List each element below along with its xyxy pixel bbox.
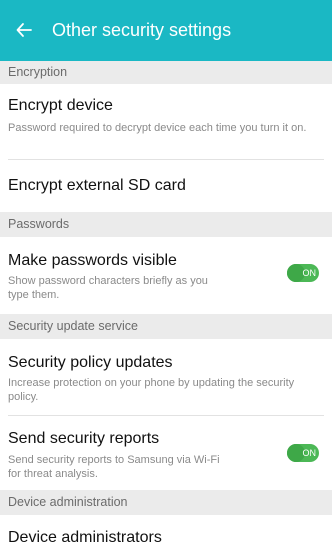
toggle-on-label: ON	[302, 448, 317, 458]
page-title: Other security settings	[52, 20, 232, 40]
item-subtitle: Show password characters briefly as you …	[8, 275, 208, 301]
security-policy-updates-item[interactable]: Security policy updates Increase protect…	[0, 339, 332, 415]
send-security-reports-toggle[interactable]: ON	[287, 444, 319, 462]
item-subtitle: Send security reports to Samsung via Wi-…	[8, 454, 220, 480]
item-subtitle: Increase protection on your phone by upd…	[8, 377, 295, 403]
section-header-passwords: Passwords	[0, 212, 332, 237]
item-subtitle: Password required to decrypt device each…	[8, 122, 307, 134]
encrypt-sd-card-item[interactable]: Encrypt external SD card	[0, 160, 332, 212]
section-label: Passwords	[8, 217, 70, 231]
make-passwords-visible-toggle[interactable]: ON	[287, 264, 319, 282]
item-title: Security policy updates	[8, 354, 173, 371]
item-title: Send security reports	[8, 430, 160, 447]
section-header-encryption: Encryption	[0, 61, 332, 84]
item-title: Encrypt external SD card	[8, 177, 186, 194]
section-label: Encryption	[8, 65, 68, 79]
send-security-reports-item[interactable]: Send security reports Send security repo…	[0, 416, 332, 490]
item-title: Device administrators	[8, 529, 162, 546]
arrow-left-icon	[16, 23, 32, 37]
back-button[interactable]	[14, 20, 34, 40]
toggle-on-label: ON	[302, 268, 317, 278]
section-label: Device administration	[8, 495, 128, 509]
section-header-security-update-service: Security update service	[0, 314, 332, 339]
device-administrators-item[interactable]: Device administrators	[0, 515, 332, 557]
app-bar: Other security settings	[0, 0, 332, 61]
section-label: Security update service	[8, 319, 138, 333]
item-title: Encrypt device	[8, 97, 113, 114]
encrypt-device-item[interactable]: Encrypt device Password required to decr…	[0, 84, 332, 159]
section-header-device-administration: Device administration	[0, 490, 332, 515]
item-title: Make passwords visible	[8, 252, 177, 269]
make-passwords-visible-item[interactable]: Make passwords visible Show password cha…	[0, 237, 332, 314]
